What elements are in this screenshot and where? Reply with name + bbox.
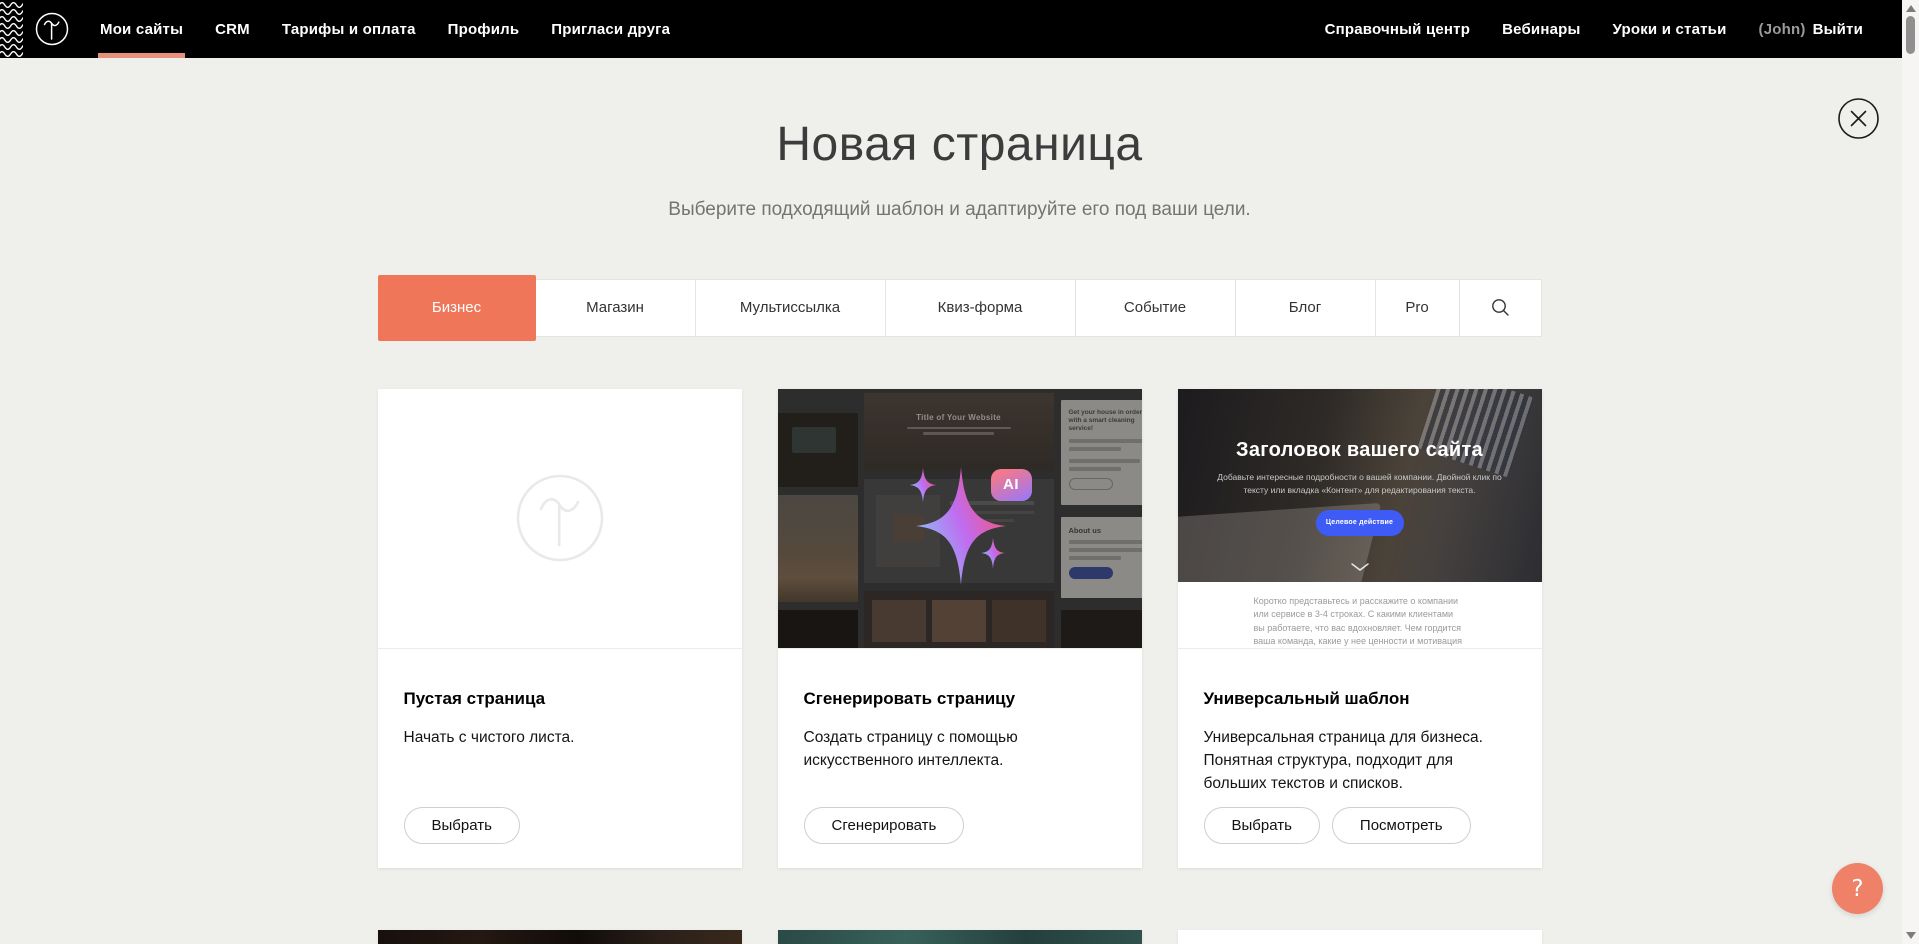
template-cards-row: Пустая страница Начать с чистого листа. … xyxy=(378,389,1542,868)
card-title: Сгенерировать страницу xyxy=(804,689,1116,709)
page-title: Новая страница xyxy=(378,116,1542,174)
card-title: Универсальный шаблон xyxy=(1204,689,1516,709)
nav-item-logout[interactable]: (John) Выйти xyxy=(1759,0,1863,58)
template-hero: Заголовок вашего сайта Добавьте интересн… xyxy=(1178,389,1542,582)
scroll-up-arrow[interactable] xyxy=(1906,5,1916,12)
universal-template-preview[interactable]: Заголовок вашего сайта Добавьте интересн… xyxy=(1178,389,1542,649)
close-icon[interactable] xyxy=(1838,98,1879,139)
tab-event[interactable]: Событие xyxy=(1076,279,1236,337)
card-ai-generate: Title of Your Website xyxy=(778,389,1142,868)
nav-item-profile[interactable]: Профиль xyxy=(448,0,520,58)
blank-page-preview[interactable] xyxy=(378,389,742,649)
template-hero-title: Заголовок вашего сайта xyxy=(1178,439,1542,462)
template-cta-button: Целевое действие xyxy=(1316,510,1404,536)
ai-generate-preview[interactable]: Title of Your Website xyxy=(778,389,1142,649)
nav-left-menu: Мои сайты CRM Тарифы и оплата Профиль Пр… xyxy=(100,0,670,58)
template-preview[interactable] xyxy=(778,930,1142,944)
striped-shirt-decor xyxy=(1417,389,1534,478)
select-button[interactable]: Выбрать xyxy=(404,807,520,844)
tab-multilink[interactable]: Мультиссылка xyxy=(696,279,886,337)
template-preview[interactable] xyxy=(378,930,742,944)
tab-pro[interactable]: Pro xyxy=(1376,279,1460,337)
nav-item-invite-friend[interactable]: Пригласи друга xyxy=(551,0,670,58)
chevron-down-icon xyxy=(1350,562,1370,572)
card-description: Универсальная страница для бизнеса. Поня… xyxy=(1204,726,1516,796)
card-description: Начать с чистого листа. xyxy=(404,726,716,749)
ai-sparkle-small-icon xyxy=(978,537,1008,569)
scrollbar-thumb[interactable] xyxy=(1906,16,1915,54)
tab-quiz-form[interactable]: Квиз-форма xyxy=(886,279,1076,337)
card-universal-template: Заголовок вашего сайта Добавьте интересн… xyxy=(1178,389,1542,868)
logout-label: Выйти xyxy=(1813,21,1863,38)
new-page-modal: Мои сайты CRM Тарифы и оплата Профиль Пр… xyxy=(0,0,1919,944)
nav-right-menu: Справочный центр Вебинары Уроки и статьи… xyxy=(1325,0,1919,58)
template-body-text: Коротко представьтесь и расскажите о ком… xyxy=(1254,595,1466,649)
card-template-6 xyxy=(1178,930,1542,944)
card-title: Пустая страница xyxy=(404,689,716,709)
card-template-4 xyxy=(378,930,742,944)
page-subtitle: Выберите подходящий шаблон и адаптируйте… xyxy=(378,199,1542,221)
tab-shop[interactable]: Магазин xyxy=(536,279,696,337)
view-button[interactable]: Посмотреть xyxy=(1332,807,1471,844)
template-preview[interactable] xyxy=(1178,930,1542,944)
user-name: (John) xyxy=(1759,21,1806,38)
tab-search[interactable] xyxy=(1460,279,1542,337)
nav-item-crm[interactable]: CRM xyxy=(215,0,250,58)
scrollbar[interactable] xyxy=(1902,0,1919,944)
nav-item-lessons[interactable]: Уроки и статьи xyxy=(1613,0,1727,58)
card-template-5 xyxy=(778,930,1142,944)
wave-pattern-icon xyxy=(0,0,23,58)
template-cards-row-2 xyxy=(378,930,1542,944)
nav-item-my-sites[interactable]: Мои сайты xyxy=(100,0,183,58)
nav-item-help-center[interactable]: Справочный центр xyxy=(1325,0,1471,58)
nav-item-tariffs[interactable]: Тарифы и оплата xyxy=(282,0,416,58)
card-blank-page: Пустая страница Начать с чистого листа. … xyxy=(378,389,742,868)
card-description: Создать страницу с помощью искусственног… xyxy=(804,726,1116,773)
select-button[interactable]: Выбрать xyxy=(1204,807,1320,844)
generate-button[interactable]: Сгенерировать xyxy=(804,807,965,844)
help-button[interactable]: ? xyxy=(1832,863,1883,914)
tab-blog[interactable]: Блог xyxy=(1236,279,1376,337)
ai-badge: AI xyxy=(991,469,1032,501)
template-category-tabs: Бизнес Магазин Мультиссылка Квиз-форма С… xyxy=(378,279,1542,341)
tab-business[interactable]: Бизнес xyxy=(378,275,536,341)
scroll-down-arrow[interactable] xyxy=(1906,932,1916,939)
template-hero-text: Добавьте интересные подробности о вашей … xyxy=(1210,471,1510,497)
nav-item-webinars[interactable]: Вебинары xyxy=(1502,0,1580,58)
template-body-preview: Коротко представьтесь и расскажите о ком… xyxy=(1178,582,1542,649)
ai-sparkle-small-icon xyxy=(906,467,940,503)
top-nav: Мои сайты CRM Тарифы и оплата Профиль Пр… xyxy=(0,0,1919,58)
tilda-watermark-icon xyxy=(514,472,606,564)
tilda-logo-icon[interactable] xyxy=(34,11,70,47)
search-icon xyxy=(1491,298,1510,317)
website-collage: Title of Your Website xyxy=(778,389,1142,648)
